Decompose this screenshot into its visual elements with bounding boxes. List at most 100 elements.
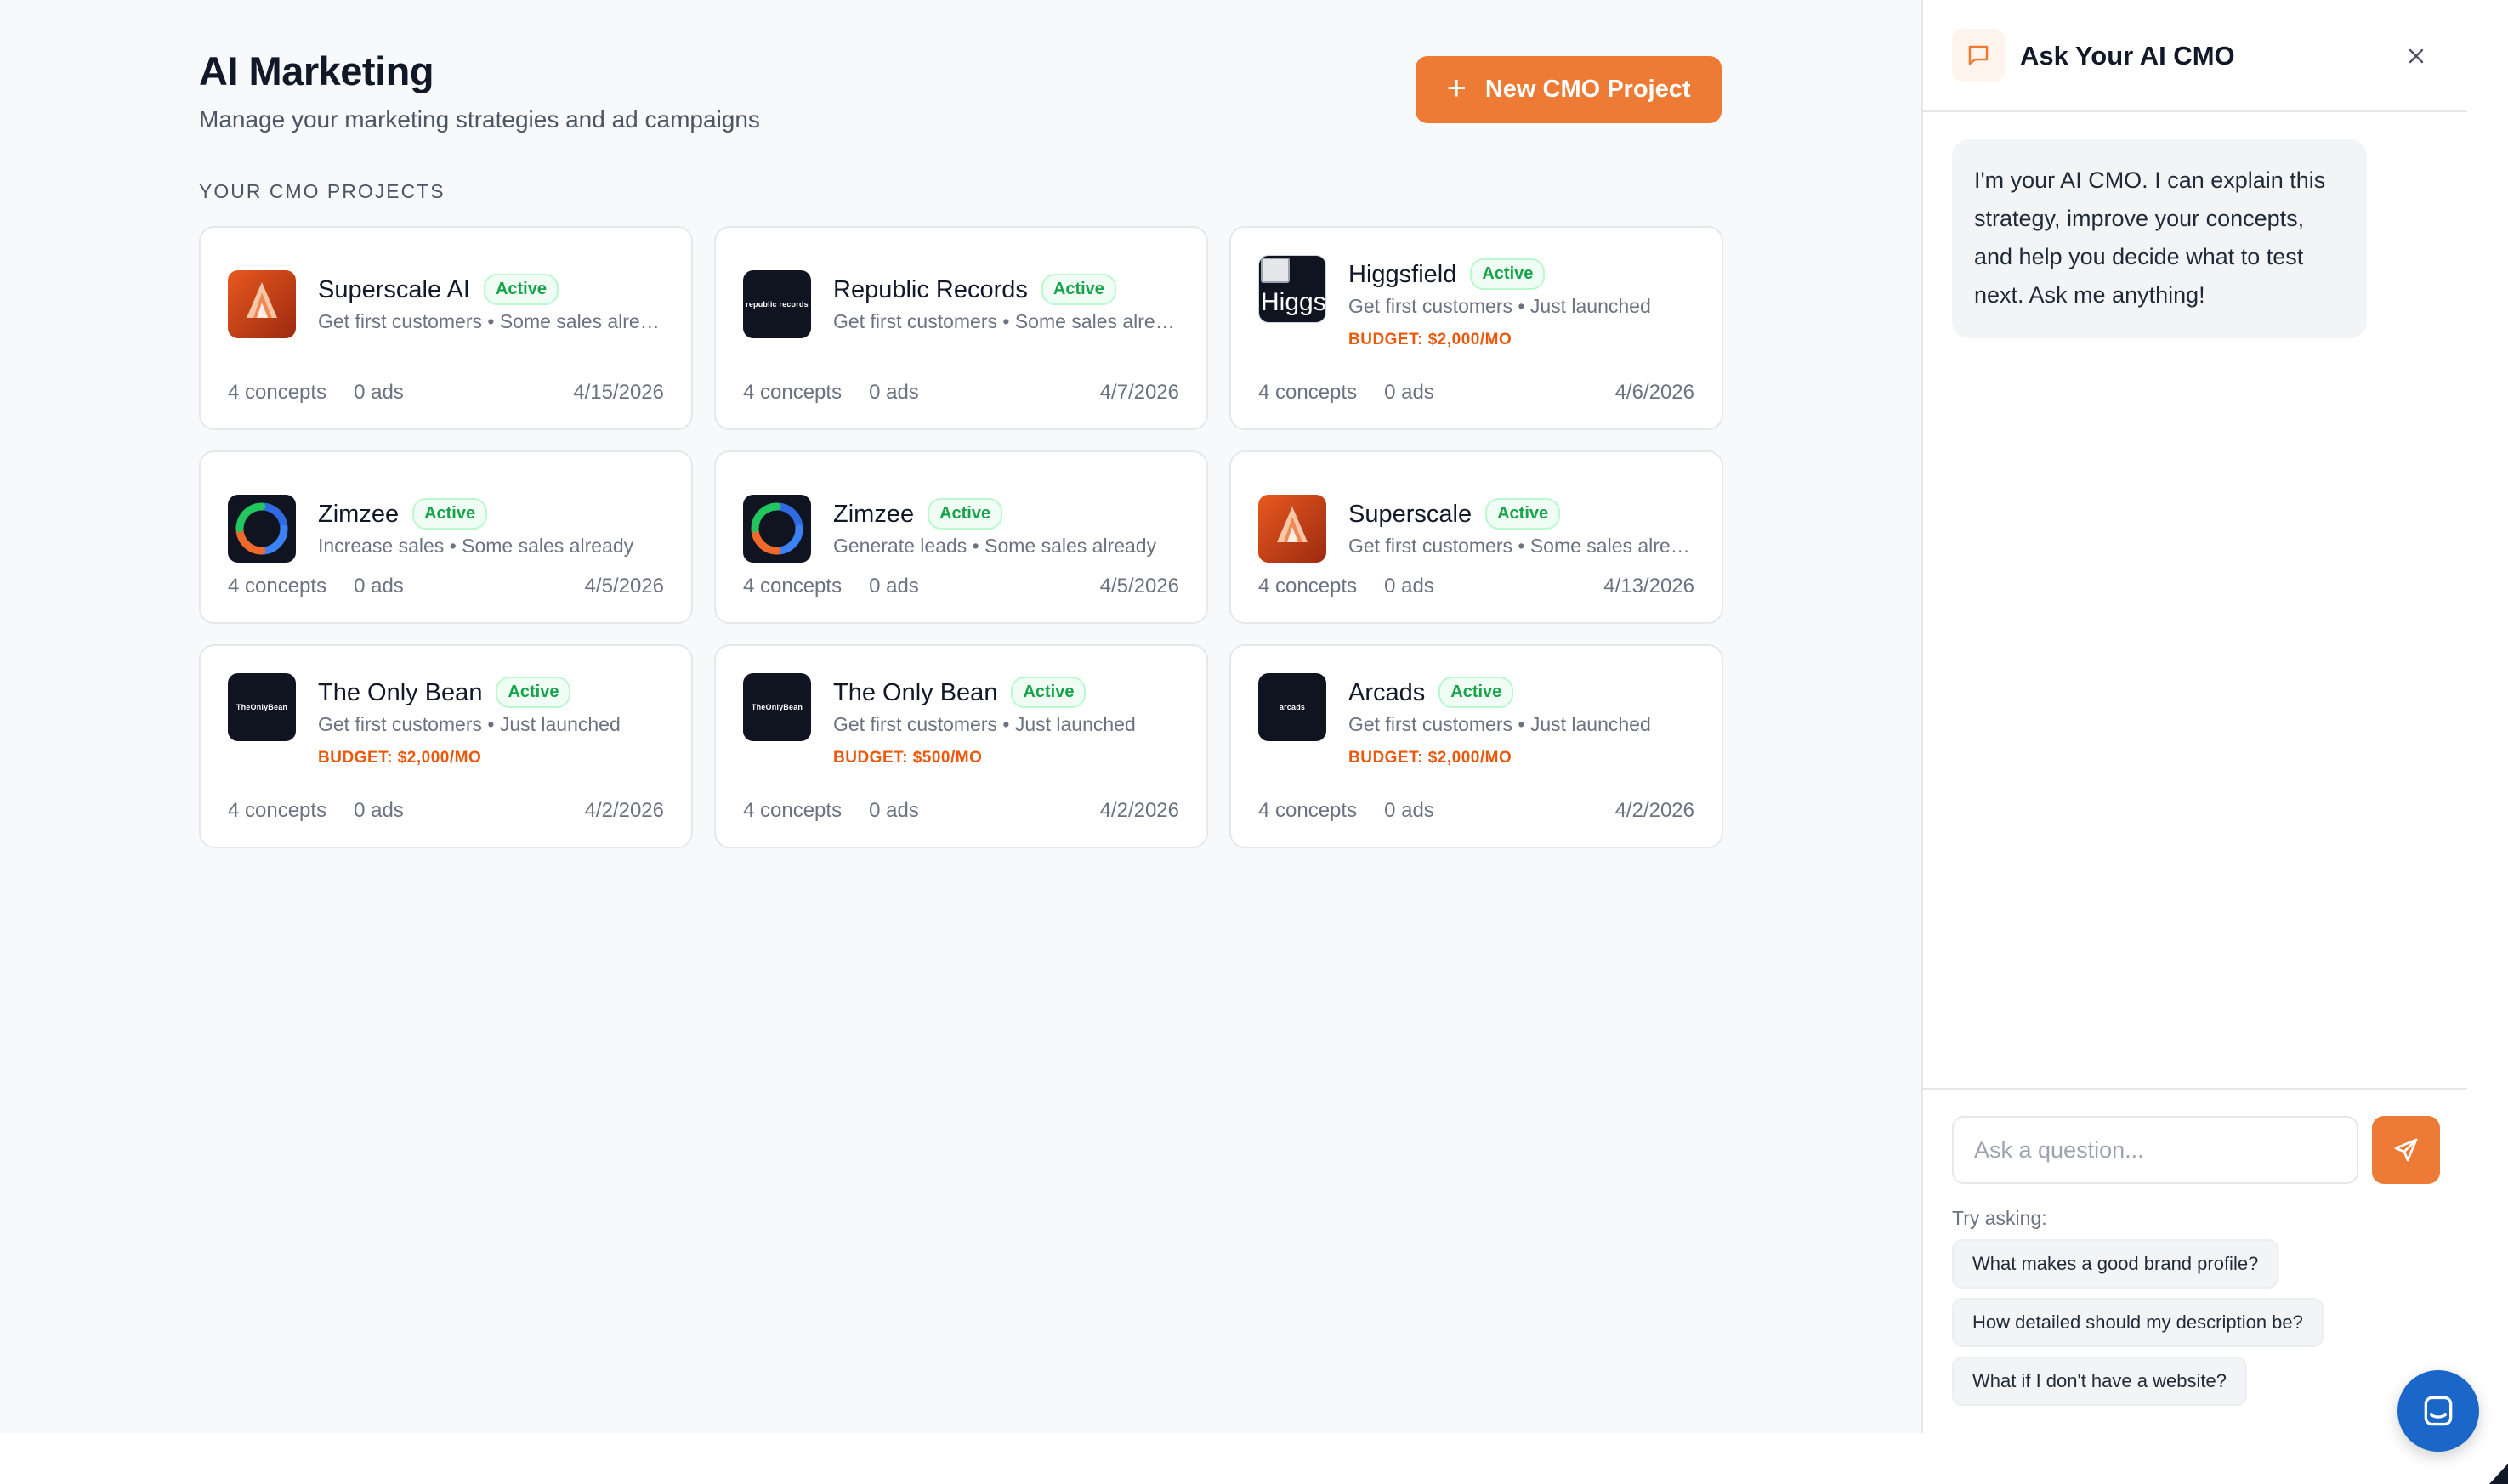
status-badge: Active [928, 498, 1003, 530]
concepts-count: 4 concepts [228, 799, 327, 822]
project-description: Generate leads • Some sales already [833, 535, 1157, 557]
page-subtitle: Manage your marketing strategies and ad … [199, 106, 760, 133]
project-stats: 4 concepts 0 ads 4/2/2026 [228, 799, 664, 823]
project-description: Get first customers • Some sales already [833, 310, 1182, 332]
project-description: Get first customers • Just launched [318, 713, 621, 735]
project-budget: BUDGET: $2,000/MO [318, 749, 482, 767]
status-badge: Active [483, 274, 559, 305]
ask-question-input[interactable] [1952, 1116, 2358, 1184]
project-description: Increase sales • Some sales already [318, 535, 634, 557]
project-budget: BUDGET: $2,000/MO [1348, 331, 1512, 348]
project-card[interactable]: TheOnlyBean The Only Bean Active Get first … [714, 644, 1208, 848]
messenger-icon [2424, 1396, 2453, 1426]
project-stats: 4 concepts 0 ads 4/13/2026 [1258, 575, 1694, 598]
corner-mark [2489, 1464, 2508, 1484]
project-logo: republic records [743, 270, 811, 338]
status-badge: Active [1485, 498, 1561, 530]
project-card[interactable]: Superscale Active Get first customers • So… [1229, 450, 1723, 624]
ads-count: 0 ads [354, 799, 404, 822]
project-name-text: The Only Bean [833, 679, 998, 706]
project-stats: 4 concepts 0 ads 4/5/2026 [228, 575, 664, 598]
project-logo [228, 495, 296, 563]
project-name-text: The Only Bean [318, 679, 483, 706]
project-card[interactable]: Zimzee Active Generate leads • Some sales … [714, 450, 1208, 624]
status-badge: Active [1041, 274, 1116, 305]
concepts-count: 4 concepts [743, 799, 843, 822]
page-title: AI Marketing [199, 48, 434, 93]
project-date: 4/2/2026 [1614, 799, 1694, 822]
project-name-text: Zimzee [833, 501, 915, 528]
concepts-count: 4 concepts [743, 381, 843, 404]
project-card[interactable]: arcads Arcads Active Get first customers • … [1229, 644, 1723, 848]
project-description: Get first customers • Just launched [1348, 713, 1651, 735]
concepts-count: 4 concepts [1258, 575, 1358, 598]
logo-alt-text: Higgs [1261, 288, 1326, 316]
project-logo [743, 495, 811, 563]
project-name: Zimzee Active [318, 498, 488, 530]
project-description: Get first customers • Just launched [833, 713, 1136, 735]
close-icon[interactable] [2399, 39, 2433, 73]
send-button[interactable] [2372, 1116, 2440, 1184]
try-asking-label: Try asking: [1952, 1207, 2047, 1229]
project-card[interactable]: Zimzee Active Increase sales • Some sales … [199, 450, 693, 624]
assistant-message: I'm your AI CMO. I can explain this stra… [1952, 139, 2367, 338]
project-name: The Only Bean Active [833, 677, 1087, 708]
status-badge: Active [496, 677, 571, 708]
project-name: Arcads Active [1348, 677, 1514, 708]
status-badge: Active [412, 498, 488, 530]
project-logo [1258, 495, 1326, 563]
concepts-count: 4 concepts [228, 575, 327, 598]
ads-count: 0 ads [354, 381, 404, 404]
project-card[interactable]: Superscale AI Active Get first customers •… [199, 226, 693, 430]
project-stats: 4 concepts 0 ads 4/5/2026 [743, 575, 1179, 598]
project-date: 4/2/2026 [1099, 799, 1179, 822]
project-date: 4/6/2026 [1614, 381, 1694, 404]
ads-count: 0 ads [1384, 799, 1434, 822]
project-name: The Only Bean Active [318, 677, 571, 708]
logo-text: arcads [1279, 703, 1306, 711]
project-stats: 4 concepts 0 ads 4/7/2026 [743, 381, 1179, 405]
project-name: Higgsfield Active [1348, 258, 1546, 290]
project-name: Republic Records Active [833, 274, 1116, 305]
project-logo: TheOnlyBean [743, 673, 811, 741]
ads-count: 0 ads [354, 575, 404, 598]
logo-text: TheOnlyBean [751, 703, 803, 711]
project-date: 4/7/2026 [1099, 381, 1179, 404]
project-card[interactable]: Higgs Higgsfield Active Get first customers… [1229, 226, 1723, 430]
suggestion-chip[interactable]: What makes a good brand profile? [1952, 1239, 2279, 1289]
section-label: YOUR CMO PROJECTS [199, 180, 445, 202]
project-logo [228, 270, 296, 338]
project-description: Get first customers • Some sales already [318, 310, 667, 332]
project-name-text: Superscale [1348, 501, 1472, 528]
project-date: 4/5/2026 [584, 575, 664, 598]
ads-count: 0 ads [869, 799, 919, 822]
project-date: 4/13/2026 [1603, 575, 1694, 598]
status-badge: Active [1470, 258, 1546, 290]
messenger-launcher[interactable] [2397, 1370, 2479, 1452]
new-cmo-project-button[interactable]: + New CMO Project [1416, 56, 1722, 123]
project-budget: BUDGET: $2,000/MO [1348, 749, 1512, 767]
chat-panel-header: Ask Your AI CMO [1923, 0, 2467, 112]
status-badge: Active [1011, 677, 1087, 708]
broken-image-icon [1261, 258, 1290, 283]
project-name: Superscale Active [1348, 498, 1561, 530]
suggestion-chip[interactable]: How detailed should my description be? [1952, 1298, 2324, 1347]
main-content: AI Marketing Manage your marketing strat… [0, 0, 1921, 1433]
project-logo: Higgs [1258, 255, 1326, 323]
project-card[interactable]: republic records Republic Records Active Ge… [714, 226, 1208, 430]
project-date: 4/15/2026 [573, 381, 664, 404]
project-budget: BUDGET: $500/MO [833, 749, 983, 767]
logo-text: TheOnlyBean [235, 703, 288, 711]
chat-divider [1923, 1088, 2467, 1090]
suggestion-chip[interactable]: What if I don't have a website? [1952, 1357, 2247, 1406]
project-stats: 4 concepts 0 ads 4/2/2026 [1258, 799, 1694, 823]
project-name-text: Higgsfield [1348, 261, 1457, 288]
project-card[interactable]: TheOnlyBean The Only Bean Active Get first … [199, 644, 693, 848]
project-description: Get first customers • Some sales already [1348, 535, 1697, 557]
chat-bubble-icon [1952, 29, 2005, 82]
ai-cmo-chat-panel: Ask Your AI CMO I'm your AI CMO. I can e… [1921, 0, 2467, 1433]
project-name-text: Zimzee [318, 501, 400, 528]
status-badge: Active [1438, 677, 1514, 708]
project-description: Get first customers • Just launched [1348, 295, 1651, 317]
project-name-text: Arcads [1348, 679, 1426, 706]
